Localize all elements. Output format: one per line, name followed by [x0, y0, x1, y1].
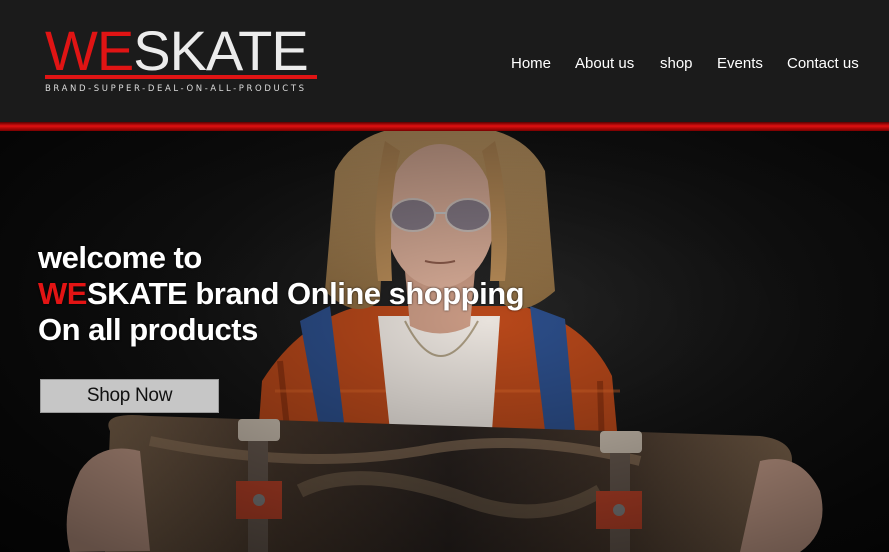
hero-products-line: On all products [38, 312, 258, 347]
shop-now-button[interactable]: Shop Now [40, 379, 219, 413]
hero-brand-rest: SKATE brand Online shopping [86, 276, 525, 311]
nav-contact-us[interactable]: Contact us [787, 55, 859, 73]
hero-welcome-line: welcome to [38, 240, 202, 275]
hero-brand-line: WESKATE brand Online shopping [38, 276, 525, 311]
hero-brand-red: WE [38, 276, 87, 311]
site-header: WESKATE BRAND-SUPPER-DEAL-ON-ALL-PRODUCT… [0, 0, 889, 124]
hero-banner: welcome to WESKATE brand Online shopping… [0, 131, 889, 552]
nav-events[interactable]: Events [717, 55, 763, 73]
nav-home[interactable]: Home [511, 55, 551, 73]
nav-shop[interactable]: shop [660, 55, 693, 73]
main-nav: Home About us shop Events Contact us [0, 55, 889, 75]
logo-underline [45, 75, 317, 79]
logo-tagline: BRAND-SUPPER-DEAL-ON-ALL-PRODUCTS [45, 84, 307, 94]
header-red-divider [0, 122, 889, 131]
nav-about-us[interactable]: About us [575, 55, 634, 73]
